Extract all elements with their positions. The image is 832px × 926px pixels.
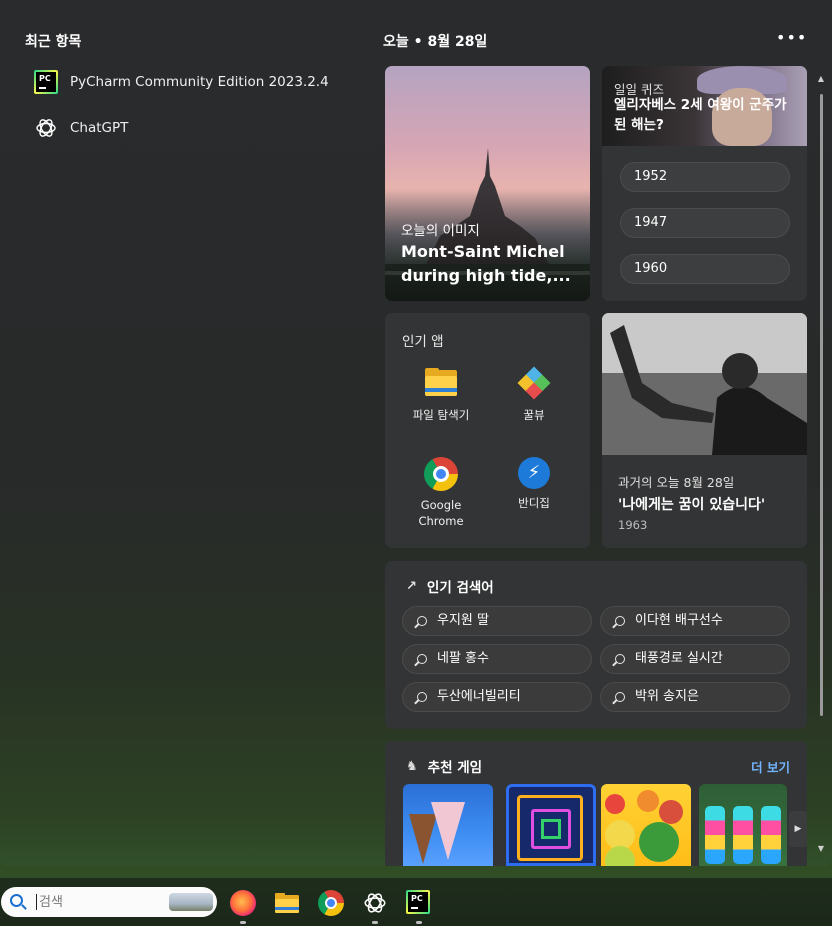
trending-chip[interactable]: 네팔 홍수 [402,644,592,674]
quiz-option[interactable]: 1952 [620,162,790,192]
game-tile-icecream[interactable] [403,784,493,866]
app-label: 파일 탐색기 [412,408,470,422]
chrome-icon[interactable] [318,890,344,916]
recent-item-label: PyCharm Community Edition 2023.2.4 [70,74,329,90]
more-icon: ••• [776,28,808,47]
trending-searches-card: ↗ 인기 검색어 우지원 딸 이다현 배구선수 네팔 홍수 태풍경로 실시간 두… [385,561,807,729]
history-year: 1963 [618,518,648,532]
image-of-day-kicker: 오늘의 이미지 [401,223,480,239]
recent-item-label: ChatGPT [70,120,129,136]
search-icon [10,894,23,907]
widgets-panel: 최근 항목 PC PyCharm Community Edition 2023.… [0,0,832,866]
trending-title: ↗ 인기 검색어 [406,578,494,597]
app-label: 꿀뷰 [523,408,545,422]
games-title: ♞ 추천 게임 [406,758,483,777]
game-tile-fruit[interactable] [601,784,691,866]
trending-icon: ↗ [406,578,417,594]
more-options-button[interactable]: ••• [776,26,808,52]
app-file-explorer[interactable]: 파일 탐색기 [396,365,486,423]
chatgpt-icon[interactable] [362,890,388,916]
app-label: Google Chrome [418,498,464,528]
recent-item-pycharm[interactable]: PC PyCharm Community Edition 2023.2.4 [34,67,329,97]
app-google-chrome[interactable]: Google Chrome [396,457,486,529]
game-tile-sort[interactable] [699,784,787,866]
trending-chip[interactable]: 우지원 딸 [402,606,592,636]
quiz-option[interactable]: 1947 [620,208,790,238]
search-icon [417,654,427,664]
history-image [602,313,807,455]
history-card[interactable]: 과거의 오늘 8월 28일 '나에게는 꿈이 있습니다' 1963 [602,313,807,548]
scrollbar[interactable]: ▲ ▼ [815,66,827,856]
recent-section-title: 최근 항목 [25,34,82,50]
taskbar: PC [0,878,832,926]
quiz-option[interactable]: 1960 [620,254,790,284]
chatgpt-icon [36,119,56,137]
history-title: '나에게는 꿈이 있습니다' [618,497,766,513]
trending-chip[interactable]: 두산에너빌리티 [402,682,592,712]
game-tile-maze[interactable] [506,784,596,866]
search-icon [417,616,427,626]
trending-chip[interactable]: 이다현 배구선수 [600,606,790,636]
trending-chip[interactable]: 태풍경로 실시간 [600,644,790,674]
scroll-up-icon[interactable]: ▲ [815,74,827,84]
popular-apps-card: 인기 앱 파일 탐색기 꿀뷰 Google Chrome ⚡ 반디집 [385,313,590,548]
quiz-question: 엘리자베스 2세 여왕이 군주가 된 해는? [614,97,787,133]
app-bandizip[interactable]: ⚡ 반디집 [489,457,579,511]
scroll-down-icon[interactable]: ▼ [815,844,827,854]
scroll-thumb[interactable] [820,94,823,716]
history-kicker: 과거의 오늘 8월 28일 [618,475,735,490]
search-input[interactable] [39,892,159,912]
recommended-games-card: ♞ 추천 게임 더 보기 [385,741,807,866]
taskbar-search[interactable] [1,887,217,917]
search-icon [417,692,427,702]
image-of-day-card[interactable]: 오늘의 이미지 Mont-Saint Michel during high ti… [385,66,590,301]
chrome-icon [424,457,458,491]
games-next-button[interactable]: ▶ [789,811,807,847]
image-of-day-headline: Mont-Saint Michel during high tide,... [401,242,571,285]
file-explorer-icon [423,365,459,401]
pycharm-icon: PC [34,70,58,94]
honeyview-icon [516,365,552,401]
recent-item-chatgpt[interactable]: ChatGPT [34,113,128,143]
daily-quiz-card: 일일 퀴즈 엘리자베스 2세 여왕이 군주가 된 해는? 1952 1947 1… [602,66,807,301]
today-title: 오늘 • 8월 28일 [383,34,488,50]
chess-icon: ♞ [406,758,418,774]
app-honeyview[interactable]: 꿀뷰 [489,365,579,423]
search-icon [615,654,625,664]
firefox-icon[interactable] [230,890,256,916]
popular-apps-title: 인기 앱 [402,334,444,350]
search-highlight-image [169,893,213,911]
bandizip-icon: ⚡ [518,457,550,489]
pycharm-icon[interactable]: PC [406,890,432,916]
app-label: 반디집 [518,496,550,510]
trending-chip[interactable]: 박위 송지은 [600,682,790,712]
chevron-right-icon: ▶ [794,824,802,834]
games-more-link[interactable]: 더 보기 [751,757,790,776]
search-icon [615,692,625,702]
file-explorer-icon[interactable] [274,890,300,916]
search-icon [615,616,625,626]
